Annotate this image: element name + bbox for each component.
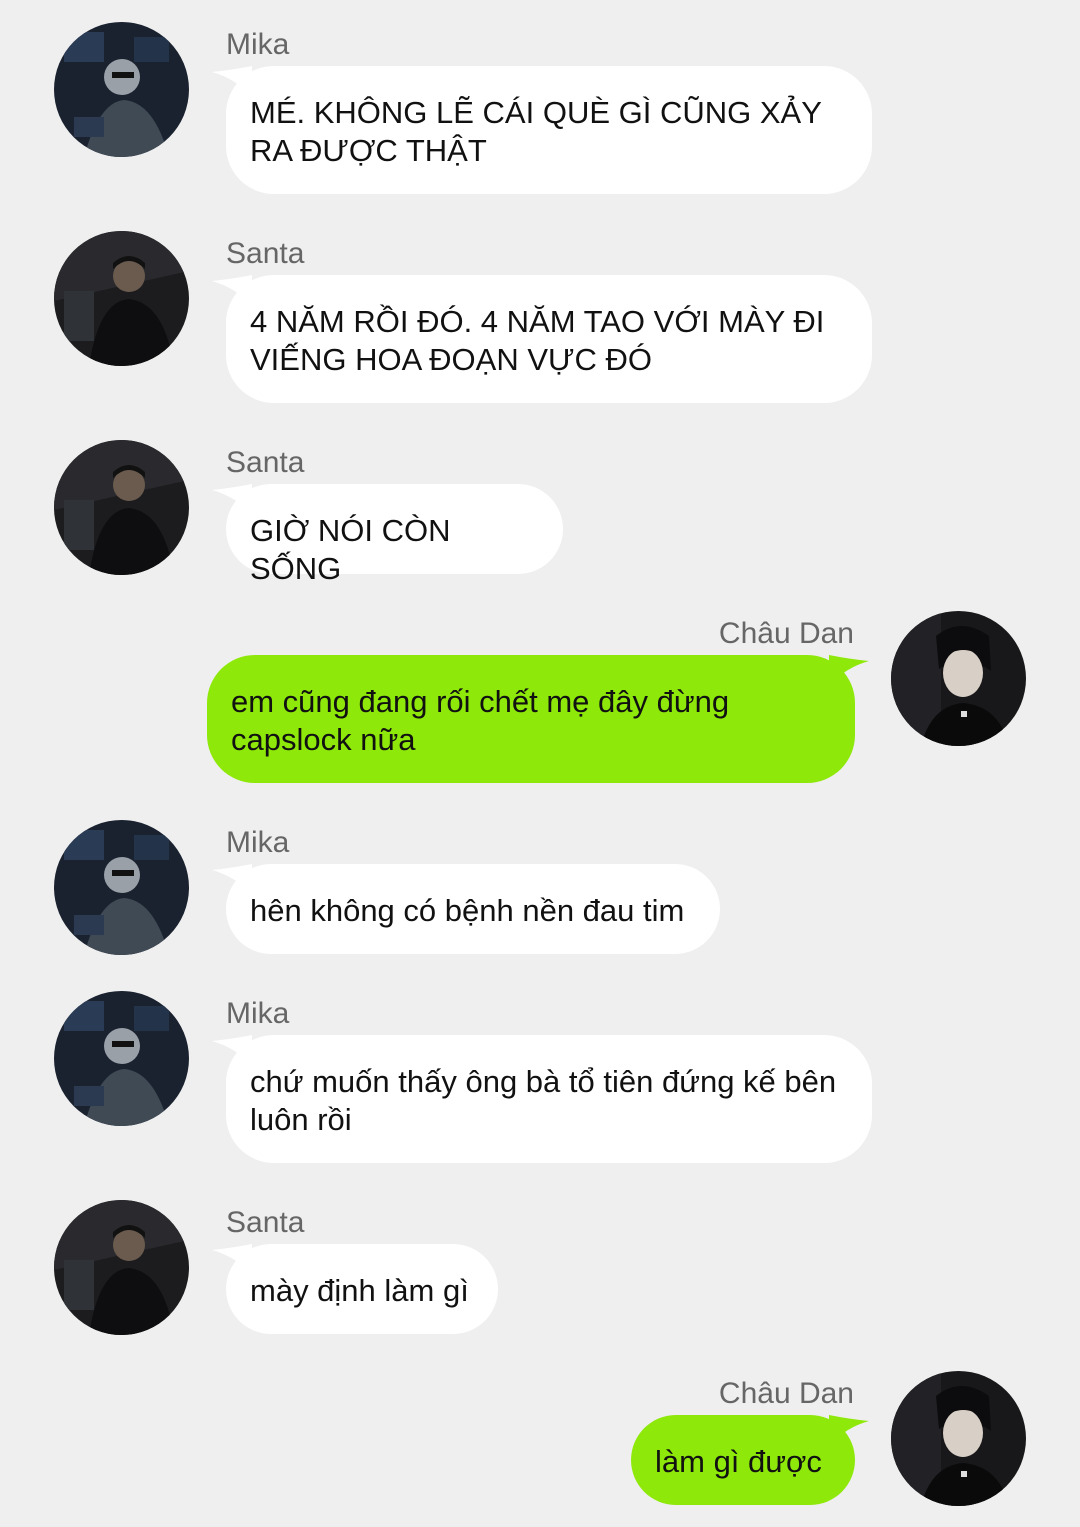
bubble-tail [829,1415,869,1445]
sender-name: Santa [226,446,305,479]
sender-name: Châu Dan [718,1377,854,1410]
message-text: làm gì được [655,1444,822,1479]
sender-name: Châu Dan [718,617,854,650]
message-text: mày định làm gì [250,1273,469,1308]
message-text: GIỜ NÓI CÒN SỐNG [250,513,451,586]
message-text: hên không có bệnh nền đau tim [250,893,685,928]
message-bubble[interactable]: mày định làm gì [212,1244,498,1334]
bubble-tail [212,66,252,96]
sender-name: Mika [226,28,290,61]
sender-name: Mika [226,826,290,859]
message-bubble[interactable]: MÉ. KHÔNG LẼ CÁI QUÈ GÌ CŨNG XẢY RA ĐƯỢC… [212,66,872,194]
avatar-mika[interactable] [54,22,189,157]
message-text: em cũng đang rối chết mẹ đây đừng capslo… [231,684,730,757]
bubble-tail [212,484,252,514]
bubble-tail [212,1244,252,1274]
avatar-chau-dan[interactable] [891,611,1026,746]
message-bubble[interactable]: GIỜ NÓI CÒN SỐNG [212,484,563,586]
message-bubble[interactable]: hên không có bệnh nền đau tim [212,864,720,954]
message-bubble[interactable]: em cũng đang rối chết mẹ đây đừng capslo… [207,655,869,783]
message-text: MÉ. KHÔNG LẼ CÁI QUÈ GÌ CŨNG XẢY RA ĐƯỢC… [250,95,822,168]
bubble-tail [212,1035,252,1065]
bubble-tail [212,864,252,894]
avatar-chau-dan[interactable] [891,1371,1026,1506]
message-bubble[interactable]: 4 NĂM RỒI ĐÓ. 4 NĂM TAO VỚI MÀY ĐI VIẾNG… [212,275,872,403]
message-text: 4 NĂM RỒI ĐÓ. 4 NĂM TAO VỚI MÀY ĐI VIẾNG… [250,304,825,377]
avatar-santa[interactable] [54,1200,189,1335]
avatar-santa[interactable] [54,440,189,575]
sender-name: Santa [226,237,305,270]
message-bubble[interactable]: làm gì được [631,1415,869,1505]
avatar-mika[interactable] [54,820,189,955]
bubble-tail [829,655,869,685]
message-text: chứ muốn thấy ông bà tổ tiên đứng kế bên… [250,1064,837,1137]
sender-name: Santa [226,1206,305,1239]
avatar-mika[interactable] [54,991,189,1126]
bubble-tail [212,275,252,305]
chat-thread[interactable]: Mika MÉ. KHÔNG LẼ CÁI QUÈ GÌ CŨNG XẢY RA… [0,0,1080,1527]
avatar-santa[interactable] [54,231,189,366]
sender-name: Mika [226,997,290,1030]
message-bubble[interactable]: chứ muốn thấy ông bà tổ tiên đứng kế bên… [212,1035,872,1163]
